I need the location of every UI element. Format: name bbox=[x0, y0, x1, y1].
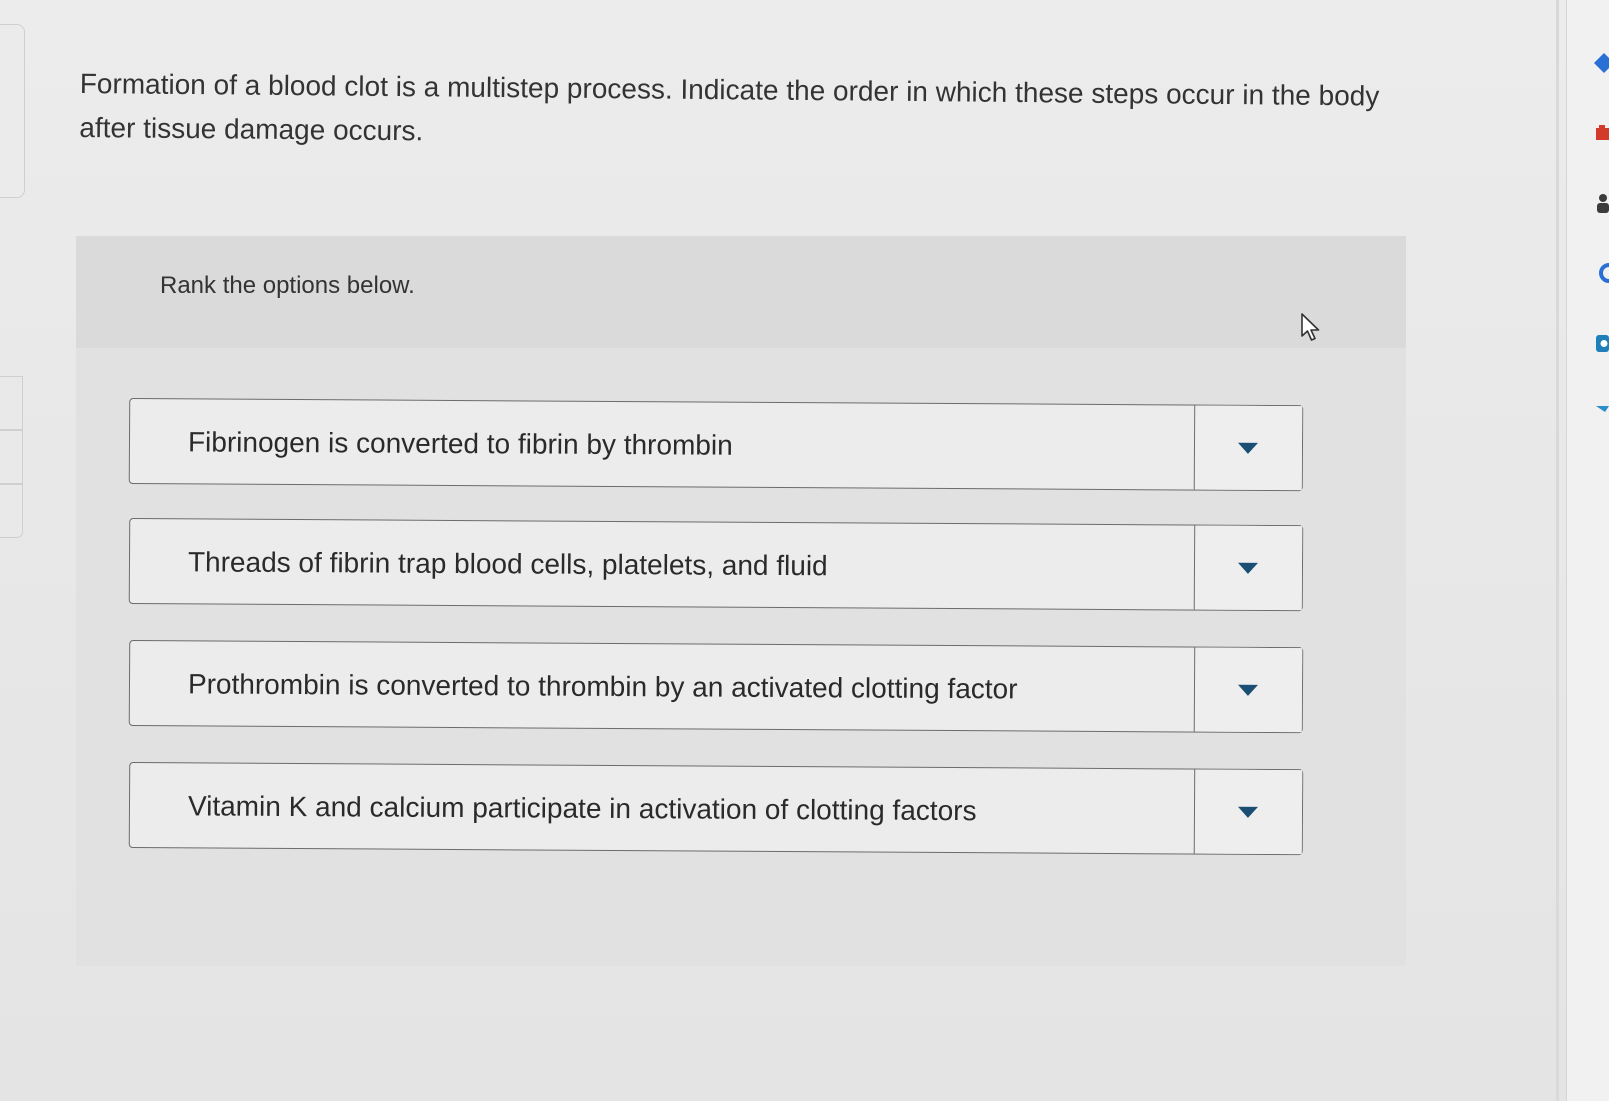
left-edge-tab[interactable] bbox=[0, 376, 23, 430]
pin-icon[interactable] bbox=[1592, 402, 1609, 424]
rank-select-dropdown[interactable] bbox=[1193, 405, 1303, 491]
rank-option-label: Vitamin K and calcium participate in act… bbox=[187, 790, 977, 827]
left-edge-tab[interactable] bbox=[0, 484, 23, 538]
person-icon[interactable] bbox=[1592, 192, 1609, 214]
caret-down-icon bbox=[1237, 562, 1259, 574]
right-tool-rail bbox=[1566, 0, 1609, 1101]
rank-option-row: Prothrombin is converted to thrombin by … bbox=[128, 640, 1304, 734]
rank-option-row: Vitamin K and calcium participate in act… bbox=[128, 762, 1304, 856]
caret-down-icon bbox=[1237, 806, 1259, 818]
rank-option-label: Prothrombin is converted to thrombin by … bbox=[187, 668, 1018, 705]
app-screen: Formation of a blood clot is a multistep… bbox=[0, 0, 1609, 1101]
rank-option-row: Threads of fibrin trap blood cells, plat… bbox=[128, 518, 1304, 612]
camera-icon[interactable] bbox=[1592, 332, 1609, 354]
rank-option-label: Threads of fibrin trap blood cells, plat… bbox=[187, 546, 828, 582]
question-prompt: Formation of a blood clot is a multistep… bbox=[79, 67, 1380, 147]
ranking-instruction: Rank the options below. bbox=[160, 272, 415, 299]
left-edge-panel bbox=[0, 24, 25, 198]
left-edge-tab[interactable] bbox=[0, 430, 23, 484]
ranking-header: Rank the options below. bbox=[76, 236, 1406, 348]
rank-select-dropdown[interactable] bbox=[1193, 525, 1303, 611]
rank-select-dropdown[interactable] bbox=[1193, 769, 1303, 855]
chat-bubble-icon[interactable] bbox=[1592, 262, 1609, 284]
rank-option-label: Fibrinogen is converted to fibrin by thr… bbox=[187, 426, 733, 461]
rank-option-row: Fibrinogen is converted to fibrin by thr… bbox=[128, 398, 1304, 492]
blue-diamond-icon[interactable] bbox=[1592, 52, 1609, 74]
right-divider bbox=[1556, 0, 1559, 1101]
caret-down-icon bbox=[1237, 684, 1259, 696]
rank-select-dropdown[interactable] bbox=[1193, 647, 1303, 733]
caret-down-icon bbox=[1237, 442, 1259, 454]
red-box-icon[interactable] bbox=[1592, 122, 1609, 144]
mouse-pointer-icon bbox=[1301, 313, 1320, 341]
